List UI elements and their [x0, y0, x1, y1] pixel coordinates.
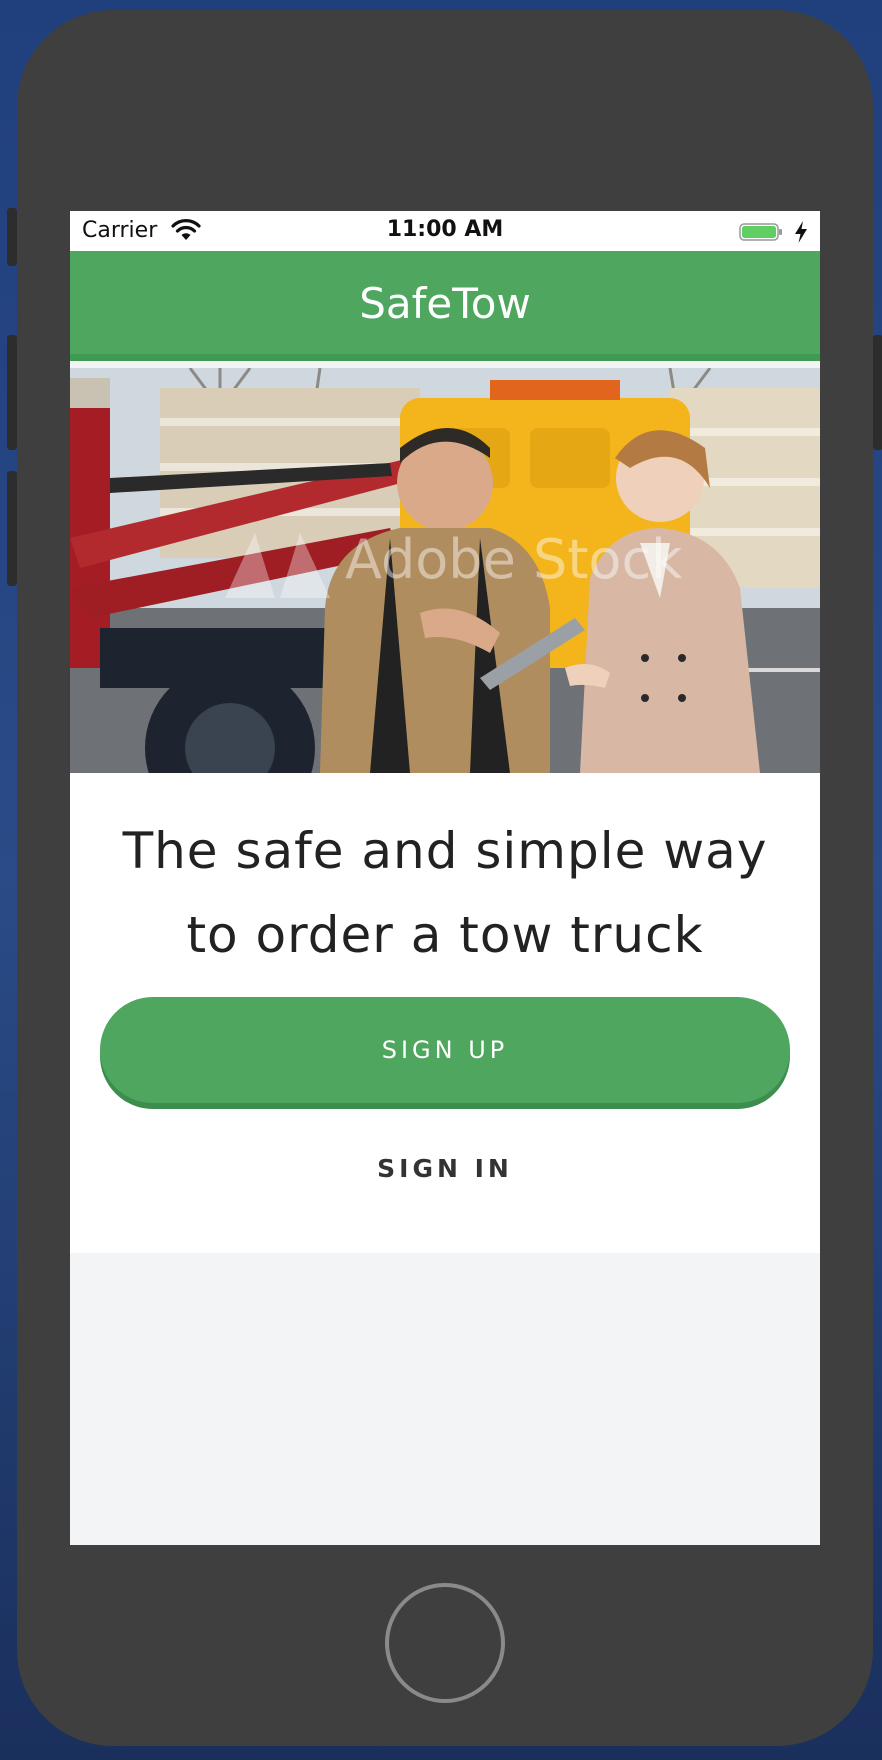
charging-bolt-icon — [795, 221, 807, 243]
power-button — [873, 335, 882, 450]
home-button[interactable] — [385, 1583, 505, 1703]
sign-in-button[interactable]: SIGN IN — [320, 1143, 570, 1193]
sign-up-button[interactable]: SIGN UP — [100, 997, 790, 1103]
app-header: SafeTow — [70, 251, 820, 361]
app-screen: Carrier 11:00 AM SafeTow Adobe Stock The… — [70, 211, 820, 1545]
app-title: SafeTow — [359, 279, 531, 328]
volume-up-button — [7, 335, 17, 450]
volume-down-button — [7, 471, 17, 586]
status-time: 11:00 AM — [386, 217, 504, 242]
battery-icon — [739, 223, 782, 241]
status-bar: Carrier 11:00 AM — [70, 211, 820, 251]
mute-switch — [7, 208, 17, 266]
welcome-content: The safe and simple way to order a tow t… — [70, 773, 820, 1253]
headline: The safe and simple way to order a tow t… — [122, 822, 768, 964]
hero-illustration: Adobe Stock — [70, 368, 820, 773]
watermark: Adobe Stock — [345, 528, 683, 591]
hero-image: Adobe Stock — [70, 368, 820, 773]
